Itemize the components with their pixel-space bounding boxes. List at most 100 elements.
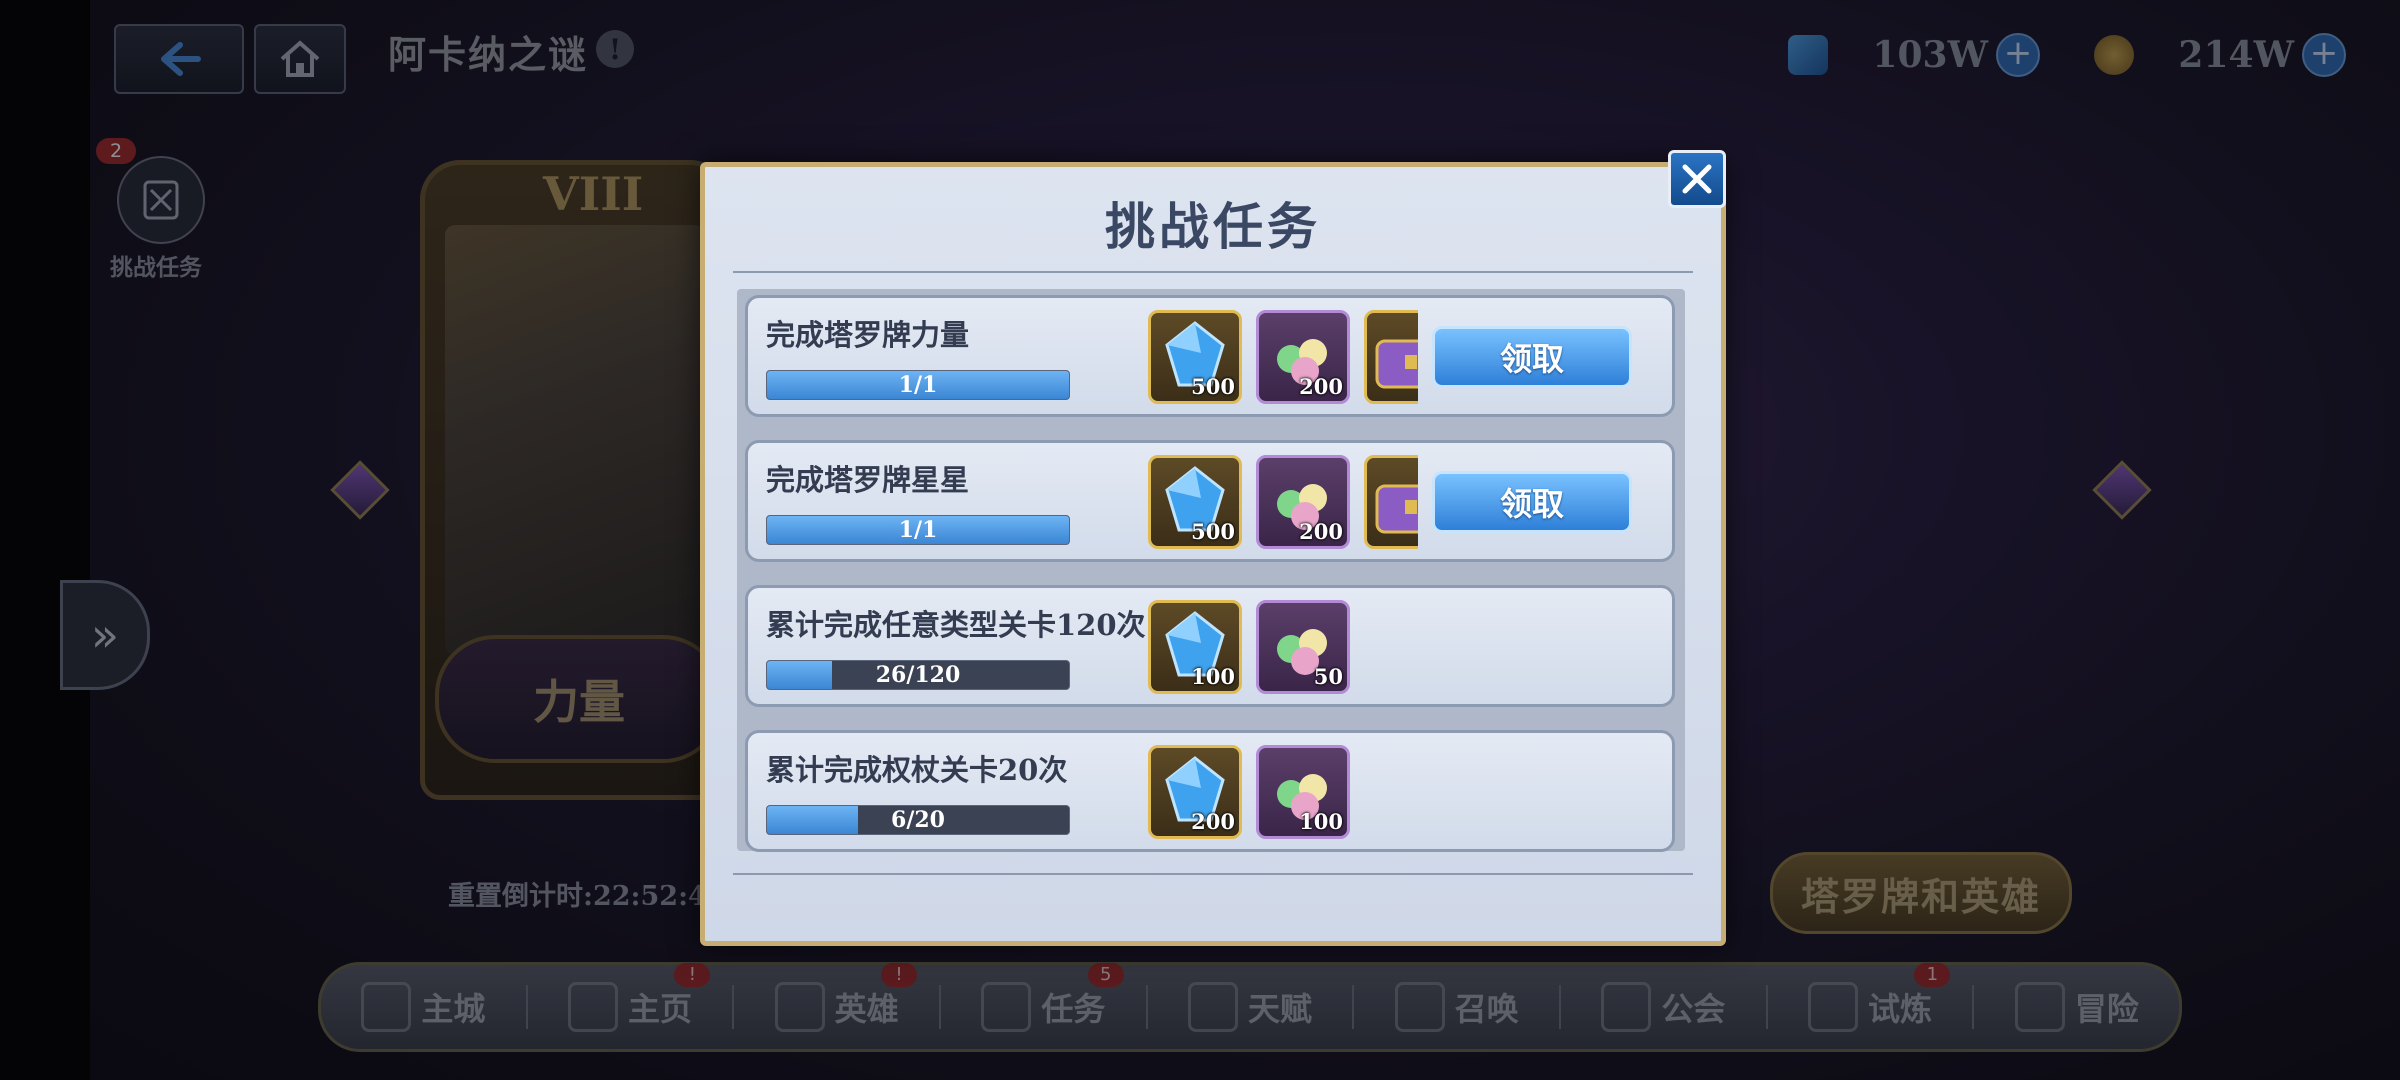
home-icon [280, 40, 320, 77]
banner-icon [568, 982, 618, 1032]
nav-item[interactable]: 公会 [1559, 982, 1766, 1032]
nav-item[interactable]: 英雄! [732, 963, 939, 1032]
reward-item[interactable]: 100 [1148, 600, 1242, 694]
challenge-scroll-icon [117, 156, 205, 244]
next-card-arrow[interactable] [2092, 420, 2152, 560]
coin-currency: 214W + [2094, 30, 2346, 80]
reward-item[interactable]: 500 [1148, 455, 1242, 549]
task-row: 累计完成权杖关卡20次 6/20 200 100 [745, 730, 1675, 852]
tarot-hero-art [445, 225, 705, 655]
close-icon [1682, 164, 1712, 194]
tarot-card[interactable]: VIII 力量 [420, 160, 730, 800]
coin-amount: 214W [2178, 34, 2294, 76]
dialog-title: 挑战任务 [1105, 197, 1321, 256]
tarot-name-plate: 力量 [435, 635, 723, 763]
reward-quantity: 100 [1299, 809, 1343, 834]
reward-item[interactable]: 200 [1256, 455, 1350, 549]
nav-item[interactable]: 主页! [525, 963, 733, 1032]
task-name: 完成塔罗牌力量 [766, 318, 970, 352]
bottom-navigation: 主城 主页! 英雄! 任务 5 天赋 召唤 公会 试炼 1 冒险 [318, 962, 2182, 1052]
reward-item[interactable]: 50 [1256, 600, 1350, 694]
task-progress-bar: 6/20 [766, 805, 1070, 835]
reward-item[interactable]: 100 [1256, 745, 1350, 839]
nav-badge: ! [881, 963, 918, 987]
nav-item[interactable]: 天赋 [1145, 982, 1353, 1032]
reward-list: 100 50 [1148, 600, 1418, 696]
treasure-chest-icon [1375, 339, 1418, 389]
claim-label: 领取 [1499, 340, 1564, 378]
task-progress-bar: 26/120 [766, 660, 1070, 690]
reward-item[interactable]: 500 [1148, 310, 1242, 404]
nav-item[interactable]: 冒险 [1972, 982, 2179, 1032]
hero-icon [774, 982, 825, 1032]
task-list: 完成塔罗牌力量 1/1 500 200 领取 完成塔罗牌星星 1/1 500 200 领取 累计完成… [737, 289, 1685, 852]
prev-card-arrow[interactable] [330, 420, 390, 560]
progress-text: 6/20 [891, 807, 945, 833]
claim-button[interactable]: 领取 [1432, 471, 1632, 533]
nav-item[interactable]: 主城 [321, 965, 526, 1049]
challenge-task-shortcut[interactable]: 挑战任务 2 [96, 138, 206, 282]
back-button[interactable] [114, 24, 244, 94]
progress-text: 26/120 [875, 662, 961, 688]
nav-label: 天赋 [1248, 990, 1313, 1028]
info-icon[interactable]: ! [596, 30, 634, 68]
talent-icon [1188, 982, 1239, 1032]
summon-icon [1394, 982, 1445, 1032]
reward-item[interactable]: 200 [1256, 310, 1350, 404]
home-button[interactable] [254, 24, 346, 94]
nav-badge: 1 [1914, 963, 1951, 987]
add-coin-button[interactable]: + [2302, 33, 2346, 77]
reward-quantity: 200 [1299, 374, 1343, 399]
nav-label: 主页 [628, 990, 693, 1028]
task-name: 完成塔罗牌星星 [766, 463, 970, 497]
reward-item[interactable]: 200 [1148, 745, 1242, 839]
reward-quantity: 100 [1191, 664, 1235, 689]
task-row: 完成塔罗牌力量 1/1 500 200 领取 [745, 295, 1675, 417]
treasure-chest-icon [1375, 484, 1418, 534]
close-button[interactable] [1668, 150, 1726, 208]
tarot-name: 力量 [533, 675, 625, 729]
tarot-and-heroes-button[interactable]: 塔罗牌和英雄 [1770, 852, 2072, 934]
reward-list: 500 200 [1148, 455, 1418, 551]
add-gem-button[interactable]: + [1996, 33, 2040, 77]
challenge-task-label: 挑战任务 [110, 254, 202, 281]
reward-quantity: 500 [1191, 374, 1235, 399]
reward-item[interactable] [1364, 310, 1418, 404]
task-progress-bar: 1/1 [766, 515, 1070, 545]
nav-label: 主城 [421, 990, 486, 1028]
blue-gem-icon [1788, 35, 1828, 75]
nav-label: 试炼 [1868, 990, 1933, 1028]
divider [733, 271, 1693, 273]
nav-label: 英雄 [834, 990, 899, 1028]
reward-quantity: 200 [1191, 809, 1235, 834]
nav-item[interactable]: 任务 5 [939, 963, 1146, 1032]
guild-icon [1601, 982, 1652, 1032]
diamond-icon [2092, 460, 2152, 520]
task-name: 累计完成权杖关卡20次 [766, 753, 1068, 787]
trial-icon [1808, 982, 1859, 1032]
page-title: 阿卡纳之谜 [388, 32, 589, 77]
gem-currency: 103W + [1788, 30, 2040, 80]
claim-button[interactable]: 领取 [1432, 326, 1632, 388]
quest-icon [981, 982, 1032, 1032]
notification-badge: 2 [96, 138, 136, 164]
back-arrow-icon [161, 42, 201, 76]
reward-item[interactable] [1364, 455, 1418, 549]
nav-item[interactable]: 试炼 1 [1765, 963, 1973, 1032]
reward-quantity: 200 [1299, 519, 1343, 544]
divider [733, 873, 1693, 875]
reward-quantity: 500 [1191, 519, 1235, 544]
task-progress-bar: 1/1 [766, 370, 1070, 400]
tarot-and-heroes-label: 塔罗牌和英雄 [1800, 873, 2041, 919]
challenge-task-dialog: 挑战任务 完成塔罗牌力量 1/1 500 200 领取 完成塔罗牌星星 1/1 500 200 领… [700, 162, 1726, 946]
progress-text: 1/1 [898, 372, 938, 398]
nav-label: 公会 [1661, 990, 1726, 1028]
nav-badge: 5 [1087, 963, 1124, 987]
nav-item[interactable]: 召唤 [1352, 982, 1559, 1032]
gold-coin-icon [2094, 35, 2134, 75]
diamond-icon [330, 460, 390, 520]
nav-label: 冒险 [2074, 990, 2139, 1028]
reward-list: 500 200 [1148, 310, 1418, 406]
task-row: 累计完成任意类型关卡120次 26/120 100 50 [745, 585, 1675, 707]
tarot-numeral: VIII [543, 167, 644, 221]
